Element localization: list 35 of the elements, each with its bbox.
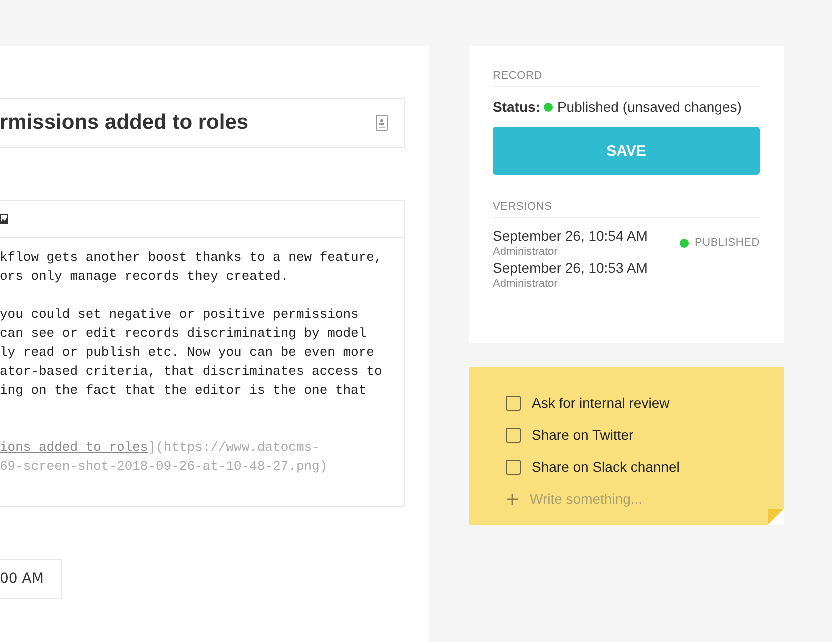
url-text: 69-screen-shot-2018-09-26-at-10-48-27.png) <box>0 458 329 476</box>
status-dot <box>680 238 689 248</box>
text-line: kflow gets another boost thanks to a new feature, <box>0 249 384 267</box>
time-field[interactable]: 00 AM <box>0 559 62 599</box>
version-author: Administrator <box>493 246 559 258</box>
task-label: Share on Twitter <box>532 427 634 443</box>
document-icon <box>376 115 388 131</box>
text-line: can see or edit records discriminating by model <box>0 325 368 343</box>
status-dot <box>544 102 554 112</box>
section-heading: RECORD <box>493 70 760 87</box>
text-line: ly read or publish etc. Now you can be even more <box>0 344 376 362</box>
link-text: ions added to roles <box>0 440 148 455</box>
url-text: ](https://www.datocms- <box>148 440 320 455</box>
text-line: you could set negative or positive permissions <box>0 306 360 324</box>
plus-icon[interactable] <box>507 494 518 504</box>
text-line: ing on the fact that the editor is the one that <box>0 382 368 400</box>
status-text: Published (unsaved changes) <box>557 99 742 115</box>
status-label: Status: <box>493 99 540 115</box>
task-label: Share on Slack channel <box>532 459 680 475</box>
task-label: Ask for internal review <box>532 395 670 411</box>
section-heading: VERSIONS <box>493 201 760 218</box>
image-icon[interactable] <box>0 214 8 224</box>
version-date[interactable]: September 26, 10:54 AM <box>493 228 648 244</box>
version-status: PUBLISHED <box>694 237 760 249</box>
folded-corner <box>768 509 784 525</box>
text-line: ator-based criteria, that discriminates access to <box>0 363 384 381</box>
checkbox[interactable] <box>506 428 521 442</box>
checkbox[interactable] <box>506 396 521 410</box>
title-field[interactable]: rmissions added to roles <box>0 98 405 148</box>
version-date[interactable]: September 26, 10:53 AM <box>493 260 648 276</box>
title-text: rmissions added to roles <box>0 111 249 135</box>
checkbox[interactable] <box>506 460 521 474</box>
task-input[interactable]: Write something... <box>530 491 711 507</box>
text-line: ors only manage records they created. <box>0 268 290 286</box>
version-author: Administrator <box>493 278 559 290</box>
